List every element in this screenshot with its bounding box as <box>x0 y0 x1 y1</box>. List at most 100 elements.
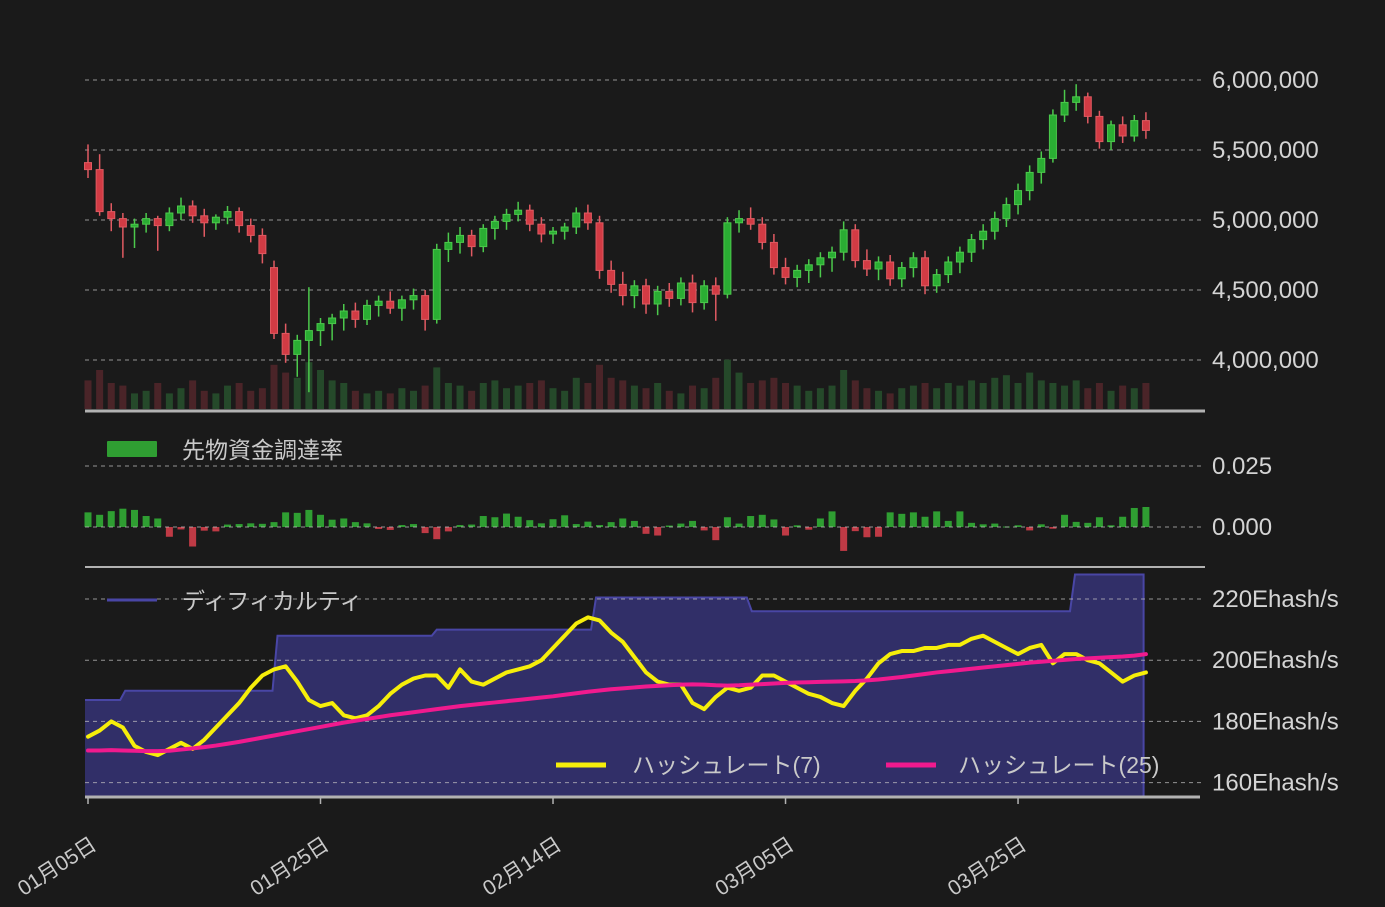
candle-body <box>596 223 603 271</box>
chart-canvas[interactable]: 6,000,0005,500,0005,000,0004,500,0004,00… <box>0 0 1385 907</box>
funding-legend[interactable]: 先物資金調達率 <box>107 437 343 463</box>
price-axis-label: 4,000,000 <box>1212 347 1319 374</box>
candle-body <box>794 270 801 277</box>
volume-bar <box>491 380 498 409</box>
volume-bar <box>503 388 510 409</box>
funding-rate-bars <box>85 507 1150 551</box>
candle-body <box>131 224 138 227</box>
volume-bar <box>550 388 557 409</box>
volume-bar <box>561 391 568 409</box>
candle-body <box>515 210 522 214</box>
funding-legend-label: 先物資金調達率 <box>182 437 343 463</box>
candle-body <box>1026 172 1033 190</box>
volume-bar <box>631 386 638 409</box>
candle-body <box>468 235 475 246</box>
volume-bar <box>1073 380 1080 409</box>
volume-bars <box>85 360 1150 409</box>
volume-bar <box>608 378 615 409</box>
candle-body <box>945 262 952 275</box>
funding-bar <box>1119 517 1126 527</box>
candle-body <box>980 231 987 239</box>
candle-body <box>96 170 103 212</box>
candle-body <box>387 301 394 308</box>
candle-body <box>422 296 429 320</box>
volume-bar <box>422 386 429 409</box>
candle-body <box>573 213 580 227</box>
candle-body <box>526 210 533 224</box>
price-axis-label: 4,500,000 <box>1212 277 1319 304</box>
candle-body <box>491 221 498 228</box>
volume-bar <box>584 383 591 409</box>
candle-body <box>271 268 278 334</box>
candle-body <box>875 262 882 269</box>
candle-body <box>1096 116 1103 141</box>
volume-bar <box>1061 386 1068 409</box>
funding-bar <box>643 527 650 534</box>
funding-bar <box>701 527 708 530</box>
candle-body <box>212 217 219 223</box>
candle-body <box>910 258 917 268</box>
volume-bar <box>201 391 208 409</box>
candle-body <box>608 270 615 284</box>
x-axis-label: 03月25日 <box>944 833 1031 901</box>
funding-axis-label: 0.000 <box>1212 514 1272 541</box>
volume-bar <box>131 393 138 409</box>
candle-body <box>1142 121 1149 131</box>
volume-bar <box>85 380 92 409</box>
funding-bar <box>654 527 661 536</box>
funding-bar <box>352 522 359 527</box>
funding-bar <box>759 515 766 527</box>
candle-body <box>538 224 545 234</box>
candle-body <box>119 219 126 227</box>
funding-bar <box>945 521 952 527</box>
volume-bar <box>1108 391 1115 409</box>
funding-bar <box>364 523 371 527</box>
volume-bar <box>1038 380 1045 409</box>
hashrate7-legend-label: ハッシュレート(7) <box>632 752 821 778</box>
volume-bar <box>468 391 475 409</box>
funding-bar <box>608 522 615 527</box>
volume-bar <box>1015 383 1022 409</box>
candle-body <box>770 242 777 267</box>
difficulty-legend[interactable]: ディフィカルティ <box>107 588 363 614</box>
funding-bar <box>526 520 533 527</box>
candle-body <box>968 240 975 253</box>
candle-body <box>747 219 754 225</box>
volume-bar <box>457 386 464 409</box>
volume-bar <box>689 386 696 409</box>
funding-bar <box>96 515 103 527</box>
candle-body <box>991 219 998 232</box>
volume-bar <box>712 378 719 409</box>
funding-bar <box>491 517 498 527</box>
candlesticks <box>85 84 1150 392</box>
funding-bar <box>119 509 126 527</box>
funding-bar <box>1026 527 1033 530</box>
volume-bar <box>573 378 580 409</box>
candle-body <box>398 300 405 308</box>
volume-bar <box>898 388 905 409</box>
funding-bar <box>1061 515 1068 527</box>
candle-body <box>956 252 963 262</box>
candle-body <box>108 212 115 219</box>
volume-bar <box>329 380 336 409</box>
volume-bar <box>933 388 940 409</box>
funding-bar <box>561 515 568 527</box>
funding-bar <box>829 511 836 527</box>
volume-bar <box>375 391 382 409</box>
candle-body <box>933 275 940 286</box>
candle-body <box>852 230 859 261</box>
funding-bar <box>1073 522 1080 527</box>
funding-bar <box>956 511 963 527</box>
funding-bar <box>770 519 777 527</box>
candle-body <box>863 261 870 269</box>
volume-bar <box>259 388 266 409</box>
volume-bar <box>922 383 929 409</box>
candle-body <box>305 331 312 341</box>
hashrate25-legend-label: ハッシュレート(25) <box>958 752 1159 778</box>
candle-body <box>154 219 161 226</box>
candle-body <box>898 268 905 279</box>
funding-bar <box>282 512 289 527</box>
funding-bar <box>1084 523 1091 527</box>
volume-bar <box>480 383 487 409</box>
funding-bar <box>863 527 870 537</box>
